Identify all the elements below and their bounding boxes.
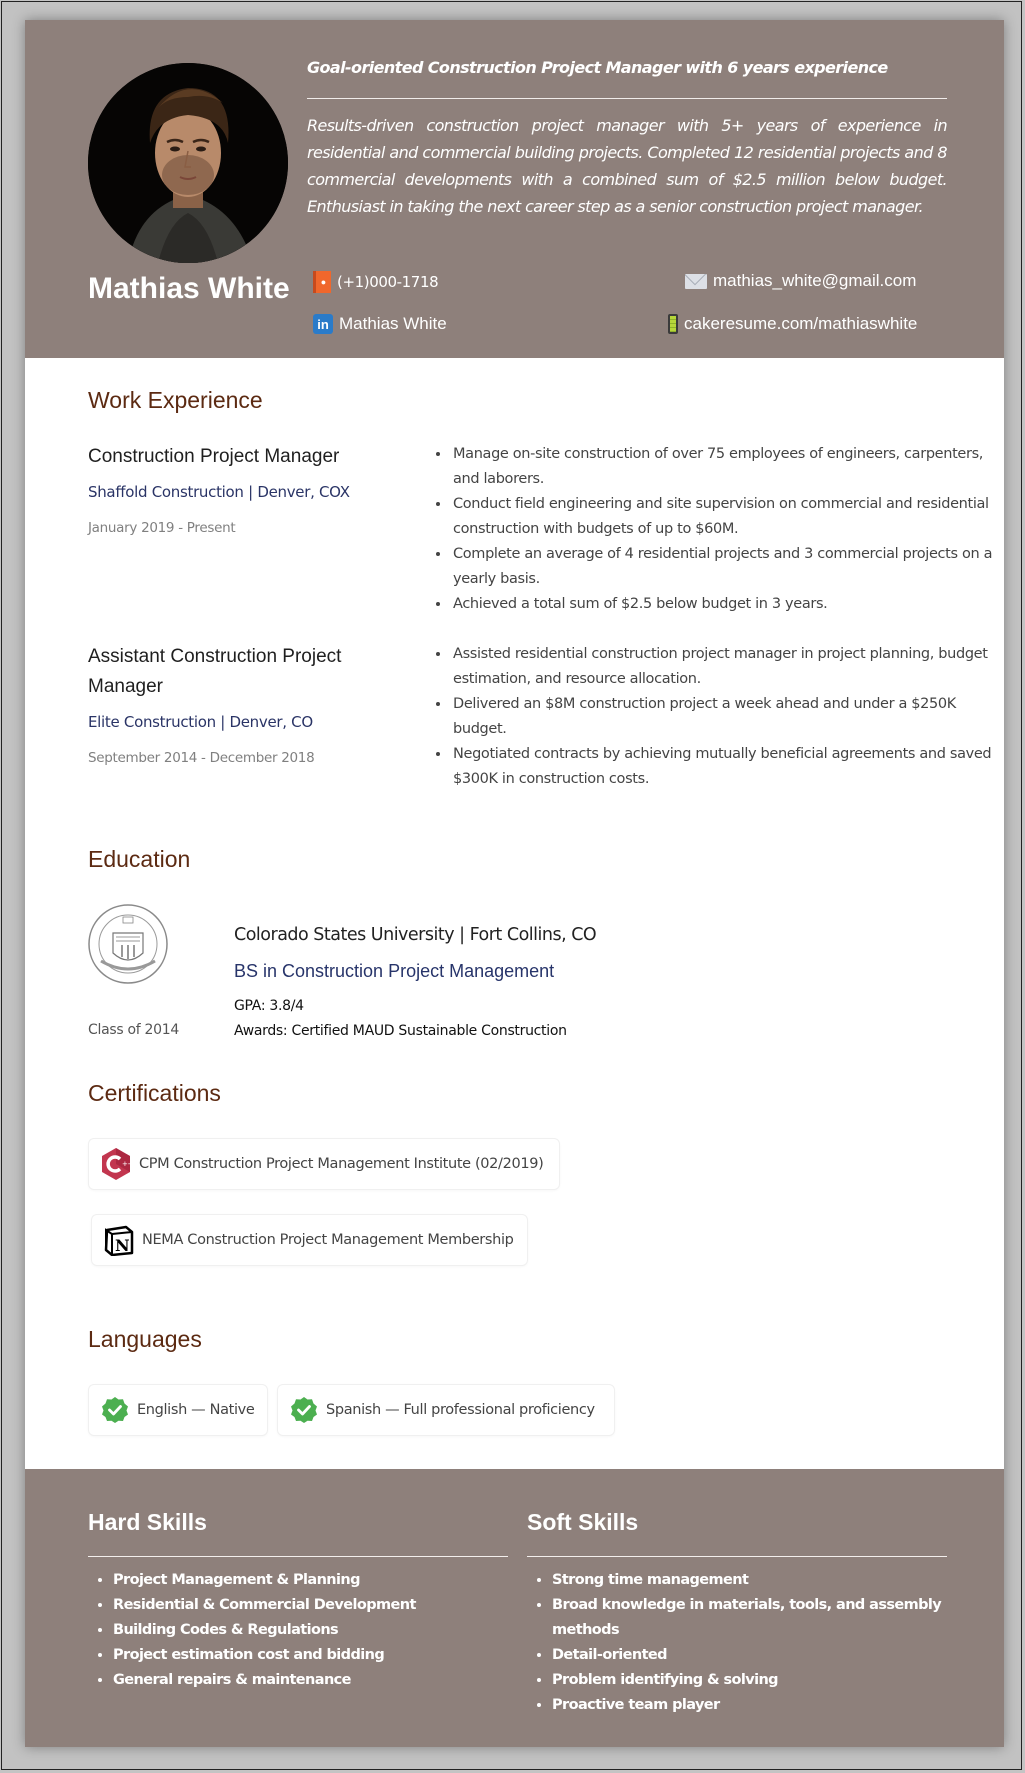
language-card: English — Native: [88, 1384, 268, 1436]
certification-label: NEMA Construction Project Management Mem…: [142, 1232, 514, 1248]
job-company: Elite Construction | Denver, CO: [88, 713, 313, 731]
certifications-heading: Certifications: [88, 1080, 221, 1106]
header-divider: [307, 98, 947, 99]
skill-item: General repairs & maintenance: [113, 1668, 508, 1693]
certification-card: ++ CPM Construction Project Management I…: [88, 1138, 560, 1190]
job-title: Construction Project Manager: [88, 446, 340, 467]
university-seal-icon: [88, 904, 168, 984]
phone-number: (+1)000-1718: [337, 273, 439, 291]
contact-email: mathias_white@gmail.com: [685, 271, 916, 291]
svg-text:++: ++: [122, 1160, 131, 1168]
gpa: GPA: 3.8/4: [234, 998, 304, 1014]
svg-text:N: N: [115, 1236, 129, 1255]
job-bullet: Assisted residential construction projec…: [451, 642, 1011, 692]
hard-skills-list: Project Management & Planning Residentia…: [88, 1568, 508, 1693]
job-company: Shaffold Construction | Denver, COX: [88, 483, 350, 501]
hard-skills-heading: Hard Skills: [88, 1509, 207, 1535]
soft-skills-list: Strong time management Broad knowledge i…: [527, 1568, 947, 1718]
job-dates: January 2019 - Present: [88, 520, 236, 536]
cpp-hexagon-icon: ++: [102, 1148, 131, 1180]
education-heading: Education: [88, 846, 191, 872]
skill-item: Broad knowledge in materials, tools, and…: [552, 1593, 947, 1643]
headline: Goal-oriented Construction Project Manag…: [307, 58, 888, 77]
job-bullet: Conduct field engineering and site super…: [451, 492, 1011, 542]
language-label: Spanish — Full professional proficiency: [326, 1402, 595, 1418]
job-bullets: Manage on-site construction of over 75 e…: [415, 442, 1011, 617]
job-dates: September 2014 - December 2018: [88, 750, 315, 766]
contact-phone: ● (+1)000-1718: [313, 271, 439, 293]
candidate-name: Mathias White: [88, 272, 290, 305]
hard-skills-divider: [88, 1556, 508, 1557]
verified-check-icon: [102, 1397, 128, 1423]
skill-item: Proactive team player: [552, 1693, 947, 1718]
skill-item: Project estimation cost and bidding: [113, 1643, 508, 1668]
phone-book-icon: ●: [313, 271, 331, 293]
degree: BS in Construction Project Management: [234, 961, 555, 981]
skills-section: Hard Skills Project Management & Plannin…: [25, 1469, 1004, 1747]
notion-icon: N: [104, 1225, 134, 1256]
profile-photo: [88, 63, 288, 263]
skill-item: Problem identifying & solving: [552, 1668, 947, 1693]
email-link[interactable]: mathias_white@gmail.com: [713, 271, 916, 291]
linkedin-icon: in: [313, 314, 333, 334]
soft-skills-heading: Soft Skills: [527, 1509, 639, 1535]
work-experience-heading: Work Experience: [88, 387, 263, 413]
job-bullet: Delivered an $8M construction project a …: [451, 692, 1011, 742]
portrait-illustration: [88, 63, 288, 263]
job-title: Assistant Construction Project Manager: [88, 646, 342, 697]
verified-check-icon: [291, 1397, 317, 1423]
skill-item: Residential & Commercial Development: [113, 1593, 508, 1618]
skill-item: Detail-oriented: [552, 1643, 947, 1668]
battery-icon: [668, 314, 678, 334]
linkedin-link[interactable]: Mathias White: [339, 314, 447, 334]
job-bullet: Manage on-site construction of over 75 e…: [451, 442, 1011, 492]
resume-header: Mathias White Goal-oriented Construction…: [25, 20, 1004, 358]
certification-label: CPM Construction Project Management Inst…: [139, 1156, 544, 1172]
language-label: English — Native: [137, 1402, 255, 1418]
languages-heading: Languages: [88, 1326, 202, 1352]
skill-item: Building Codes & Regulations: [113, 1618, 508, 1643]
job-bullets: Assisted residential construction projec…: [415, 642, 1011, 792]
awards: Awards: Certified MAUD Sustainable Const…: [234, 1023, 567, 1039]
soft-skills-divider: [527, 1556, 947, 1557]
skill-item: Project Management & Planning: [113, 1568, 508, 1593]
contact-linkedin: in Mathias White: [313, 314, 447, 334]
envelope-icon: [685, 273, 707, 289]
class-year: Class of 2014: [88, 1022, 179, 1038]
summary: Results-driven construction project mana…: [307, 116, 948, 216]
viewer-frame: Mathias White Goal-oriented Construction…: [1, 1, 1022, 1770]
job-bullet: Complete an average of 4 residential pro…: [451, 542, 1011, 592]
job-bullet: Achieved a total sum of $2.5 below budge…: [451, 592, 1011, 617]
job-bullet: Negotiated contracts by achieving mutual…: [451, 742, 1011, 792]
certification-card: N NEMA Construction Project Management M…: [91, 1214, 528, 1266]
school-name: Colorado States University | Fort Collin…: [234, 925, 597, 945]
contact-website: cakeresume.com/mathiaswhite: [668, 314, 917, 334]
resume-page: Mathias White Goal-oriented Construction…: [25, 20, 1004, 1747]
language-card: Spanish — Full professional proficiency: [277, 1384, 615, 1436]
website-link[interactable]: cakeresume.com/mathiaswhite: [684, 314, 917, 334]
skill-item: Strong time management: [552, 1568, 947, 1593]
